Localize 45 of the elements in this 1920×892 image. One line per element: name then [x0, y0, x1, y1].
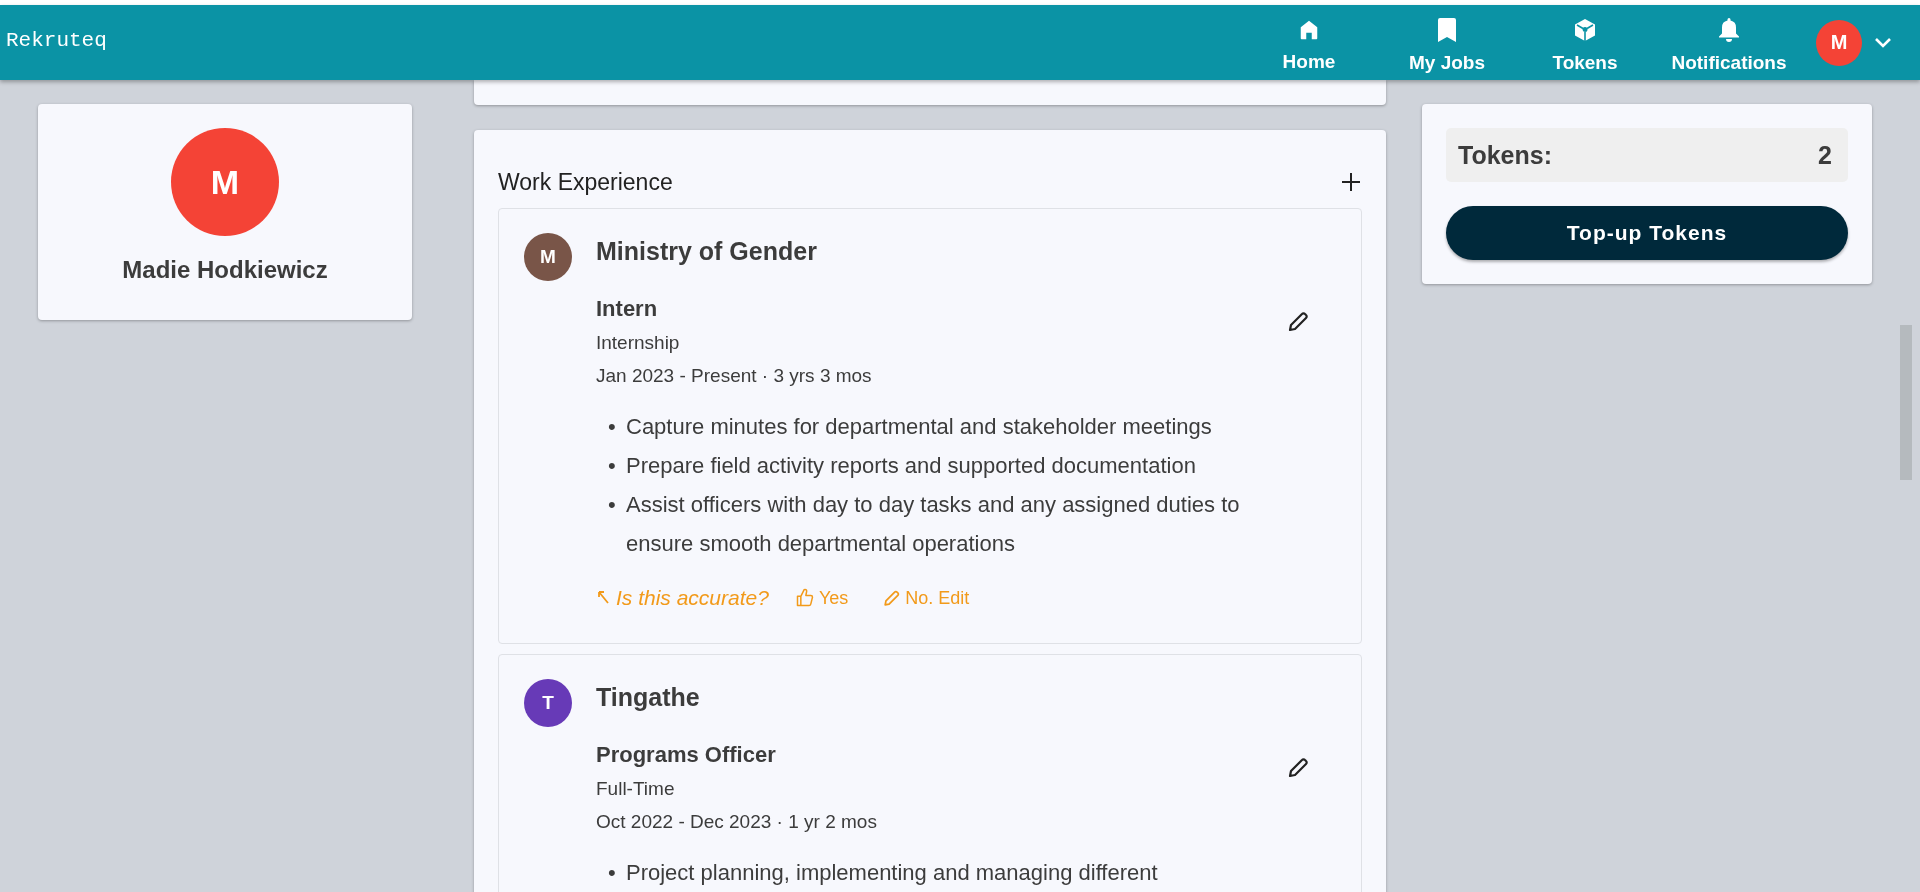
bullet-mark: •	[608, 413, 617, 441]
token-count: 2	[1818, 140, 1832, 170]
job-dates: Jan 2023 - Present · 3 yrs 3 mos	[596, 364, 873, 388]
user-avatar[interactable]: M	[1816, 19, 1862, 66]
pencil-icon[interactable]	[1286, 310, 1310, 334]
scrollbar[interactable]	[1900, 325, 1912, 480]
duty-item: Assist officers with day to day tasks and any assigned duties to ensure smooth departmental operations	[626, 491, 1241, 558]
nav-item[interactable]: Tokens	[1516, 11, 1654, 74]
pencil-icon	[882, 588, 902, 608]
token-label: Tokens:	[1458, 140, 1552, 170]
accuracy-prompt: Is this accurate?	[616, 585, 769, 611]
bullet-mark: •	[608, 491, 617, 519]
app-logo[interactable]: Rekruteq	[6, 29, 107, 52]
bullet-mark: •	[608, 452, 617, 480]
company-name: Tingathe	[596, 682, 701, 713]
pencil-icon[interactable]	[1286, 756, 1310, 780]
company-name: Ministry of Gender	[596, 236, 818, 267]
home-icon	[1298, 18, 1320, 41]
duty-item: Project planning, implementing and managing different	[626, 859, 1159, 887]
company-avatar: T	[524, 679, 572, 727]
top-up-button[interactable]: Top-up Tokens	[1446, 206, 1848, 260]
profile-name: Madie Hodkiewicz	[122, 256, 328, 284]
company-avatar: M	[524, 233, 572, 281]
employment-type: Internship	[596, 331, 681, 355]
nav-item[interactable]: Home	[1240, 12, 1378, 73]
chevron-down-icon[interactable]	[1874, 36, 1892, 49]
profile-avatar: M	[171, 128, 279, 236]
nav-item[interactable]: Notifications	[1654, 11, 1804, 74]
edit-button[interactable]: No. Edit	[882, 587, 970, 609]
yes-button[interactable]: Yes	[794, 587, 849, 609]
duty-item: Prepare field activity reports and supported documentation	[626, 452, 1197, 480]
employment-type: Full-Time	[596, 777, 676, 801]
job-dates: Oct 2022 - Dec 2023 · 1 yr 2 mos	[596, 810, 878, 834]
thumbs-up-icon	[794, 588, 815, 608]
section-title: Work Experience	[498, 168, 673, 196]
bell-icon	[1718, 17, 1740, 42]
add-icon[interactable]	[1342, 173, 1360, 191]
cube-icon	[1573, 17, 1597, 42]
job-title: Intern	[596, 295, 659, 323]
nav-item[interactable]: My Jobs	[1378, 11, 1516, 74]
bullet-mark: •	[608, 859, 617, 887]
arrow-icon	[596, 590, 610, 606]
job-title: Programs Officer	[596, 741, 777, 769]
duty-item: Capture minutes for departmental and stakeholder meetings	[626, 413, 1213, 441]
bookmark-icon	[1438, 17, 1456, 42]
